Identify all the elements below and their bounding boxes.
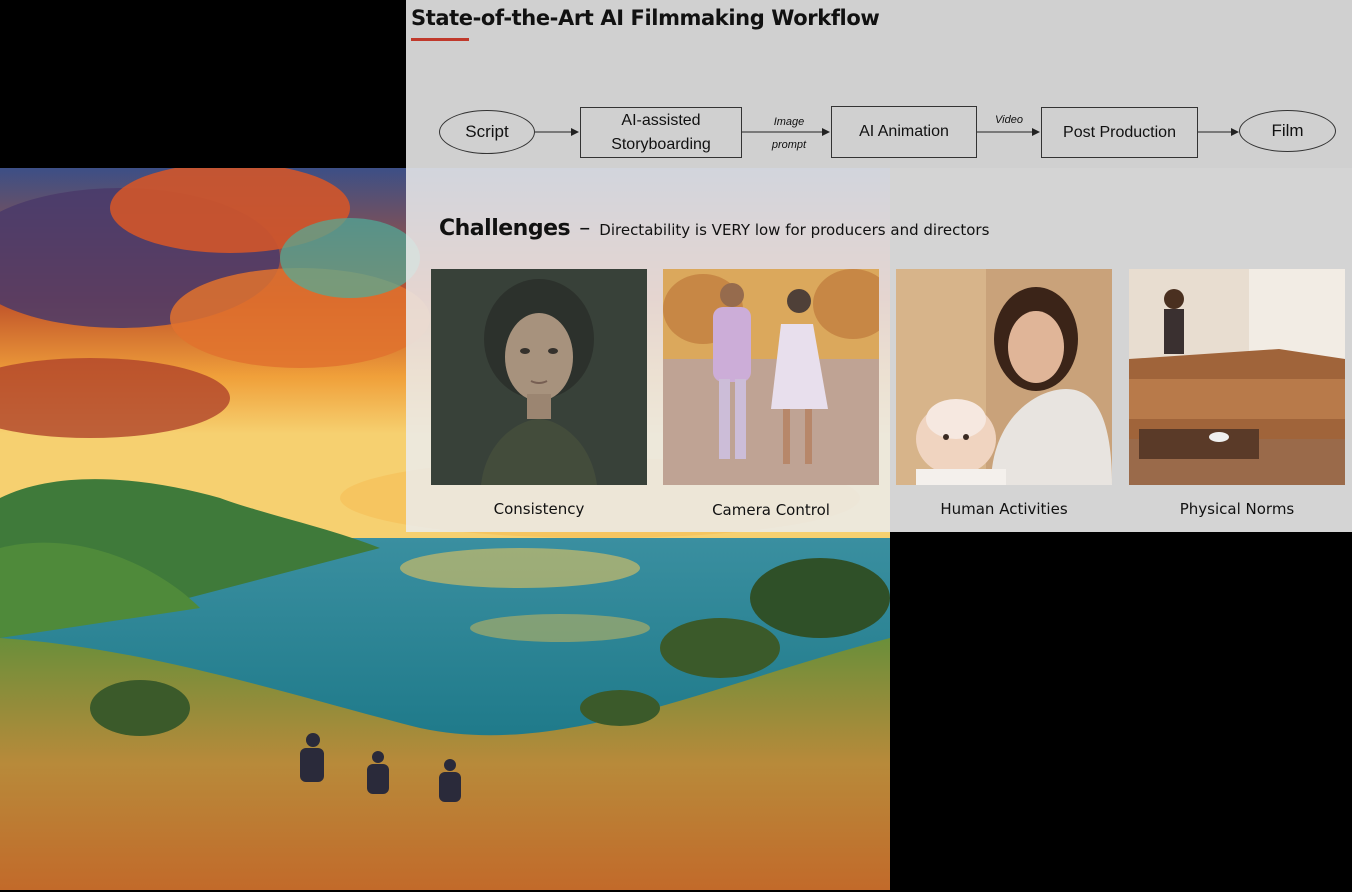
slide-panel: State-of-the-Art AI Filmmaking Workflow … — [406, 0, 1352, 532]
workflow-node-ai-animation: AI Animation — [831, 106, 977, 158]
node-label: AI-assisted Storyboarding — [611, 111, 711, 153]
street-couple-image — [663, 269, 879, 485]
challenge-card-consistency: Consistency — [431, 269, 647, 518]
challenge-card-physical-norms: Physical Norms — [1129, 269, 1345, 518]
challenge-card-camera-control: Camera Control — [663, 269, 879, 519]
challenges-subtitle: Directability is VERY low for producers … — [599, 221, 990, 239]
workflow-node-film: Film — [1239, 110, 1336, 152]
challenges-heading: Challenges – Directability is VERY low f… — [439, 216, 989, 241]
node-label: Script — [465, 122, 509, 141]
card-caption: Consistency — [493, 500, 585, 518]
node-label: Post Production — [1063, 123, 1176, 141]
card-caption: Physical Norms — [1179, 500, 1295, 518]
workflow-node-script: Script — [439, 110, 535, 154]
node-label: Film — [1271, 121, 1304, 140]
challenges-title: Challenges — [439, 216, 571, 241]
card-caption: Human Activities — [940, 500, 1068, 518]
mother-baby-image — [896, 269, 1112, 485]
edge-label-video: Video — [995, 114, 1023, 126]
workflow-node-storyboarding: AI-assisted Storyboarding — [580, 107, 742, 158]
edge-label-image-prompt: Image prompt — [771, 116, 807, 151]
card-caption: Camera Control — [712, 501, 830, 519]
portrait-image — [431, 269, 647, 485]
challenge-card-human-activities: Human Activities — [896, 269, 1112, 518]
node-label: AI Animation — [859, 123, 949, 140]
workflow-node-post-production: Post Production — [1041, 107, 1198, 158]
living-room-image — [1129, 269, 1345, 485]
heading-dash: – — [579, 216, 591, 241]
